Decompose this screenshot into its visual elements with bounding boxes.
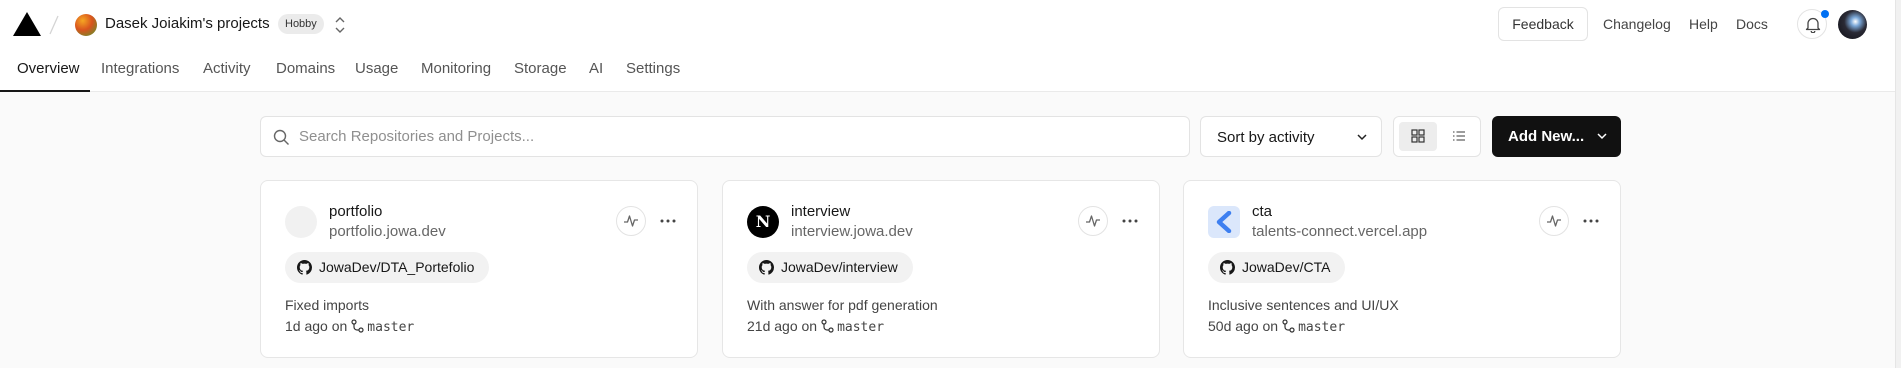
top-bar: Dasek Joiakim's projects Hobby Feedback … — [0, 0, 1901, 92]
nextjs-letter: N — [755, 212, 771, 231]
commit-message: Inclusive sentences and UI/UX — [1208, 297, 1399, 313]
team-switcher-chevrons-icon[interactable] — [333, 15, 347, 35]
more-options-button[interactable] — [1119, 206, 1143, 236]
docs-link[interactable]: Docs — [1736, 16, 1768, 32]
repo-link[interactable]: JowaDev/interview — [747, 252, 913, 283]
github-icon — [759, 260, 774, 275]
team-name[interactable]: Dasek Joiakim's projects — [105, 15, 270, 32]
repo-link[interactable]: JowaDev/CTA — [1208, 252, 1346, 283]
sort-dropdown[interactable]: Sort by activity — [1200, 116, 1382, 157]
pulse-icon — [1086, 215, 1100, 227]
commit-meta: 50d ago on master — [1208, 318, 1345, 335]
git-branch-icon — [821, 319, 834, 333]
plan-badge: Hobby — [278, 14, 324, 34]
tab-activity[interactable]: Activity — [203, 60, 251, 77]
chevron-down-icon — [1357, 134, 1367, 141]
search-input[interactable] — [299, 117, 1179, 156]
project-url[interactable]: talents-connect.vercel.app — [1252, 223, 1427, 240]
pulse-icon — [624, 215, 638, 227]
vercel-logo-icon[interactable] — [13, 12, 41, 36]
view-toggle — [1393, 116, 1481, 157]
ellipsis-icon — [1122, 219, 1138, 223]
activity-button[interactable] — [1078, 206, 1108, 236]
repo-name: JowaDev/CTA — [1242, 259, 1331, 275]
bell-icon — [1805, 17, 1821, 33]
tab-ai[interactable]: AI — [589, 60, 603, 77]
commit-message: With answer for pdf generation — [747, 297, 938, 313]
branch-name[interactable]: master — [1298, 320, 1345, 335]
project-name[interactable]: cta — [1252, 203, 1272, 220]
notification-dot — [1821, 10, 1829, 18]
github-icon — [1220, 260, 1235, 275]
activity-button[interactable] — [1539, 206, 1569, 236]
tab-integrations[interactable]: Integrations — [101, 60, 179, 77]
cta-logo-icon — [1208, 206, 1240, 238]
add-new-button[interactable]: Add New... — [1492, 116, 1621, 157]
breadcrumb-separator-icon — [49, 15, 59, 35]
list-view-button[interactable] — [1442, 122, 1476, 151]
tab-storage[interactable]: Storage — [514, 60, 567, 77]
user-avatar[interactable] — [1838, 10, 1867, 39]
commit-meta: 21d ago on master — [747, 318, 884, 335]
ellipsis-icon — [1583, 219, 1599, 223]
pulse-icon — [1547, 215, 1561, 227]
grid-icon — [1411, 129, 1425, 143]
repo-name: JowaDev/DTA_Portefolio — [319, 259, 475, 275]
grid-view-button[interactable] — [1399, 122, 1437, 151]
repo-name: JowaDev/interview — [781, 259, 898, 275]
team-avatar[interactable] — [75, 14, 97, 36]
tab-overview[interactable]: Overview — [17, 60, 80, 77]
branch-name[interactable]: master — [837, 320, 884, 335]
more-options-button[interactable] — [1580, 206, 1604, 236]
feedback-button[interactable]: Feedback — [1498, 7, 1588, 41]
github-icon — [297, 260, 312, 275]
ellipsis-icon — [660, 219, 676, 223]
add-new-label: Add New... — [1508, 128, 1585, 145]
activity-button[interactable] — [616, 206, 646, 236]
commit-age: 21d ago on — [747, 318, 818, 334]
project-url[interactable]: interview.jowa.dev — [791, 223, 913, 240]
chevron-left-logo-icon — [1216, 211, 1232, 233]
project-placeholder-icon — [285, 206, 317, 238]
tab-settings[interactable]: Settings — [626, 60, 680, 77]
tab-monitoring[interactable]: Monitoring — [421, 60, 491, 77]
project-card-portfolio[interactable]: portfolio portfolio.jowa.dev JowaDev/DTA… — [260, 180, 698, 358]
page-scrollbar[interactable] — [1895, 0, 1901, 368]
changelog-link[interactable]: Changelog — [1603, 16, 1671, 32]
git-branch-icon — [1282, 319, 1295, 333]
git-branch-icon — [351, 319, 364, 333]
sort-label: Sort by activity — [1217, 129, 1315, 146]
project-card-interview[interactable]: N interview interview.jowa.dev JowaDev/i… — [722, 180, 1160, 358]
tab-usage[interactable]: Usage — [355, 60, 398, 77]
project-name[interactable]: portfolio — [329, 203, 382, 220]
project-url[interactable]: portfolio.jowa.dev — [329, 223, 446, 240]
list-icon — [1453, 131, 1465, 141]
project-card-cta[interactable]: cta talents-connect.vercel.app JowaDev/C… — [1183, 180, 1621, 358]
commit-age: 1d ago on — [285, 318, 348, 334]
commit-age: 50d ago on — [1208, 318, 1279, 334]
commit-message: Fixed imports — [285, 297, 370, 313]
commit-meta: 1d ago on master — [285, 318, 414, 335]
project-name[interactable]: interview — [791, 203, 850, 220]
more-options-button[interactable] — [657, 206, 681, 236]
branch-name[interactable]: master — [367, 320, 414, 335]
search-icon — [273, 129, 289, 145]
repo-link[interactable]: JowaDev/DTA_Portefolio — [285, 252, 490, 283]
help-link[interactable]: Help — [1689, 16, 1718, 32]
tab-domains[interactable]: Domains — [276, 60, 335, 77]
nextjs-icon: N — [747, 206, 779, 238]
chevron-down-icon — [1597, 133, 1607, 140]
search-box[interactable] — [260, 116, 1190, 157]
active-tab-indicator — [0, 90, 90, 92]
